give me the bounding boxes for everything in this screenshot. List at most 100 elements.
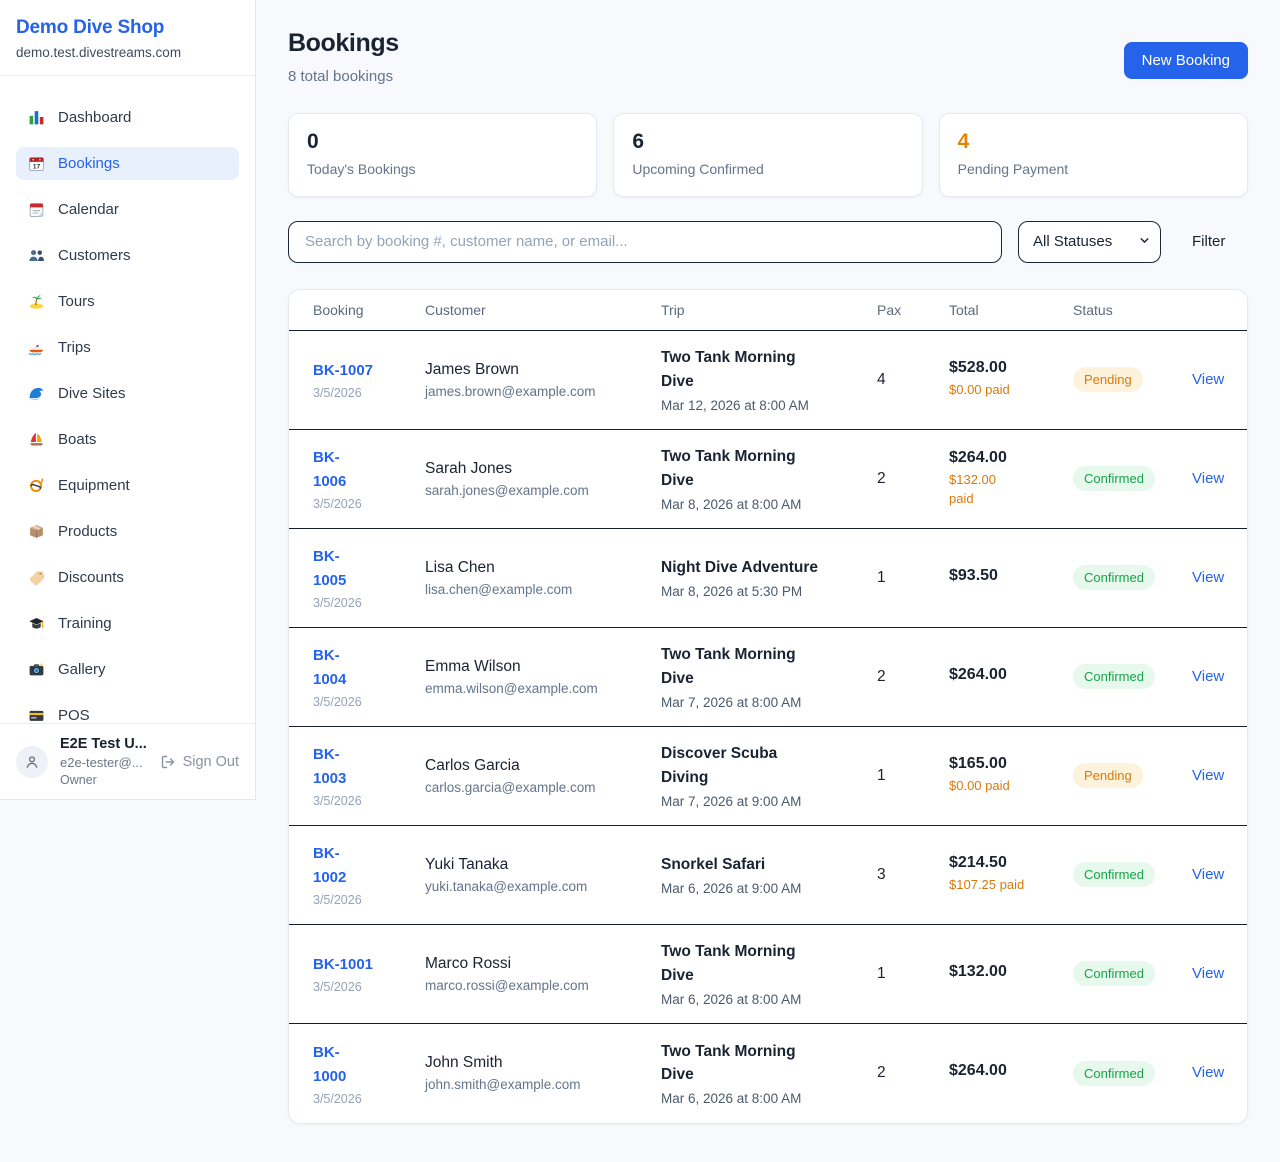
calendar-icon bbox=[28, 201, 45, 218]
sidebar-item-label: Boats bbox=[58, 432, 96, 447]
total-amount: $264.00 bbox=[949, 1062, 1073, 1080]
gallery-camera-icon bbox=[28, 661, 45, 678]
total-amount: $264.00 bbox=[949, 666, 1073, 684]
booking-id-link[interactable]: BK- 1002 bbox=[313, 842, 425, 890]
status-cell: Confirmed bbox=[1073, 1061, 1192, 1086]
booking-cell: BK- 10003/5/2026 bbox=[313, 1041, 425, 1106]
customer-email: marco.rossi@example.com bbox=[425, 978, 661, 993]
sidebar-item-trips[interactable]: Trips bbox=[16, 331, 239, 364]
sidebar-item-training[interactable]: Training bbox=[16, 607, 239, 640]
booking-cell: BK- 10053/5/2026 bbox=[313, 545, 425, 610]
svg-text:17: 17 bbox=[33, 164, 41, 171]
trip-cell: Two Tank Morning Dive Mar 6, 2026 at 8:00… bbox=[661, 940, 877, 1007]
page-header: Bookings 8 total bookings New Booking bbox=[288, 30, 1248, 85]
customer-email: john.smith@example.com bbox=[425, 1077, 661, 1092]
products-package-icon bbox=[28, 523, 45, 540]
status-cell: Confirmed bbox=[1073, 466, 1192, 491]
dive-sites-wave-icon bbox=[28, 385, 45, 402]
view-link[interactable]: View bbox=[1192, 965, 1224, 982]
view-link[interactable]: View bbox=[1192, 569, 1224, 586]
sidebar-item-products[interactable]: Products bbox=[16, 515, 239, 548]
booking-cell: BK- 10023/5/2026 bbox=[313, 842, 425, 907]
shop-domain: demo.test.divestreams.com bbox=[16, 45, 239, 60]
sidebar-item-bookings[interactable]: 17Bookings bbox=[16, 147, 239, 180]
booking-id-link[interactable]: BK-1001 bbox=[313, 953, 425, 977]
stat-card-todays-bookings: 0 Today's Bookings bbox=[288, 113, 597, 197]
toolbar: All Statuses Filter bbox=[288, 221, 1248, 263]
pax-value: 4 bbox=[877, 371, 949, 389]
booking-date: 3/5/2026 bbox=[313, 386, 425, 400]
booking-id-link[interactable]: BK- 1000 bbox=[313, 1041, 425, 1089]
booking-id-link[interactable]: BK-1007 bbox=[313, 359, 425, 383]
sidebar-item-tours[interactable]: Tours bbox=[16, 285, 239, 318]
actions-cell: View bbox=[1192, 767, 1224, 785]
sidebar-item-dive-sites[interactable]: Dive Sites bbox=[16, 377, 239, 410]
stat-card-upcoming-confirmed: 6 Upcoming Confirmed bbox=[613, 113, 922, 197]
sidebar-item-dashboard[interactable]: Dashboard bbox=[16, 101, 239, 134]
sign-out-label: Sign Out bbox=[183, 754, 239, 770]
customer-cell: Sarah Jonessarah.jones@example.com bbox=[425, 460, 661, 498]
customer-email: james.brown@example.com bbox=[425, 384, 661, 399]
customer-name: John Smith bbox=[425, 1054, 661, 1072]
table-row: BK- 10003/5/2026John Smith john.smith@exa… bbox=[289, 1024, 1247, 1123]
search-input[interactable] bbox=[288, 221, 1002, 263]
sidebar-item-gallery[interactable]: Gallery bbox=[16, 653, 239, 686]
sign-out-icon bbox=[160, 754, 176, 770]
sidebar-item-label: Discounts bbox=[58, 570, 124, 585]
trip-datetime: Mar 8, 2026 at 5:30 PM bbox=[661, 584, 877, 599]
booking-date: 3/5/2026 bbox=[313, 980, 425, 994]
status-badge: Confirmed bbox=[1073, 961, 1155, 986]
booking-id-link[interactable]: BK- 1005 bbox=[313, 545, 425, 593]
sidebar-item-calendar[interactable]: Calendar bbox=[16, 193, 239, 226]
booking-id-link[interactable]: BK- 1004 bbox=[313, 644, 425, 692]
new-booking-button[interactable]: New Booking bbox=[1124, 42, 1248, 79]
sidebar-item-customers[interactable]: Customers bbox=[16, 239, 239, 272]
sidebar-item-label: Calendar bbox=[58, 202, 119, 217]
filter-button[interactable]: Filter bbox=[1192, 233, 1225, 250]
trip-name: Night Dive Adventure bbox=[661, 556, 877, 579]
table-header-row: Booking Customer Trip Pax Total Status bbox=[289, 290, 1247, 331]
customer-email: carlos.garcia@example.com bbox=[425, 780, 661, 795]
view-link[interactable]: View bbox=[1192, 371, 1224, 388]
table-row: BK- 10043/5/2026Emma Wilsonemma.wilson@e… bbox=[289, 628, 1247, 727]
customer-cell: Carlos Garciacarlos.garcia@example.com bbox=[425, 757, 661, 795]
status-filter-select[interactable]: All Statuses bbox=[1018, 221, 1161, 263]
main-content: Bookings 8 total bookings New Booking 0 … bbox=[256, 0, 1280, 1152]
sign-out-button[interactable]: Sign Out bbox=[160, 754, 239, 770]
view-link[interactable]: View bbox=[1192, 866, 1224, 883]
stat-value: 4 bbox=[958, 131, 1229, 152]
trip-name: Two Tank Morning Dive bbox=[661, 940, 877, 987]
stats-row: 0 Today's Bookings 6 Upcoming Confirmed … bbox=[288, 113, 1248, 197]
booking-cell: BK-1001 3/5/2026 bbox=[313, 953, 425, 994]
total-amount: $165.00 bbox=[949, 755, 1073, 773]
booking-id-link[interactable]: BK- 1006 bbox=[313, 446, 425, 494]
sidebar-item-label: Dive Sites bbox=[58, 386, 126, 401]
trip-name: Two Tank Morning Dive bbox=[661, 346, 877, 393]
total-amount: $214.50 bbox=[949, 854, 1073, 872]
bookings-calendar-icon: 17 bbox=[28, 155, 45, 172]
booking-date: 3/5/2026 bbox=[313, 695, 425, 709]
view-link[interactable]: View bbox=[1192, 668, 1224, 685]
booking-id-link[interactable]: BK- 1003 bbox=[313, 743, 425, 791]
view-link[interactable]: View bbox=[1192, 1064, 1224, 1081]
status-badge: Pending bbox=[1073, 763, 1143, 788]
trip-datetime: Mar 6, 2026 at 8:00 AM bbox=[661, 992, 877, 1007]
pax-value: 1 bbox=[877, 569, 949, 587]
sidebar-item-boats[interactable]: Boats bbox=[16, 423, 239, 456]
column-header-pax: Pax bbox=[877, 302, 949, 318]
sidebar-item-equipment[interactable]: Equipment bbox=[16, 469, 239, 502]
table-row: BK-10013/5/2026Marco Rossimarco.rossi@ex… bbox=[289, 925, 1247, 1024]
trip-cell: Discover Scuba DivingMar 7, 2026 at 9:00… bbox=[661, 742, 877, 809]
status-cell: Confirmed bbox=[1073, 862, 1192, 887]
trip-cell: Snorkel SafariMar 6, 2026 at 9:00 AM bbox=[661, 853, 877, 896]
view-link[interactable]: View bbox=[1192, 767, 1224, 784]
status-badge: Confirmed bbox=[1073, 466, 1155, 491]
sidebar-item-label: POS bbox=[58, 708, 90, 723]
page-subtitle: 8 total bookings bbox=[288, 68, 399, 85]
total-cell: $214.50$107.25 paid bbox=[949, 854, 1073, 895]
view-link[interactable]: View bbox=[1192, 470, 1224, 487]
sidebar-item-discounts[interactable]: Discounts bbox=[16, 561, 239, 594]
stat-card-pending-payment: 4 Pending Payment bbox=[939, 113, 1248, 197]
user-email: e2e-tester@... bbox=[60, 755, 148, 770]
trip-cell: Night Dive Adventure Mar 8, 2026 at 5:30 … bbox=[661, 556, 877, 599]
